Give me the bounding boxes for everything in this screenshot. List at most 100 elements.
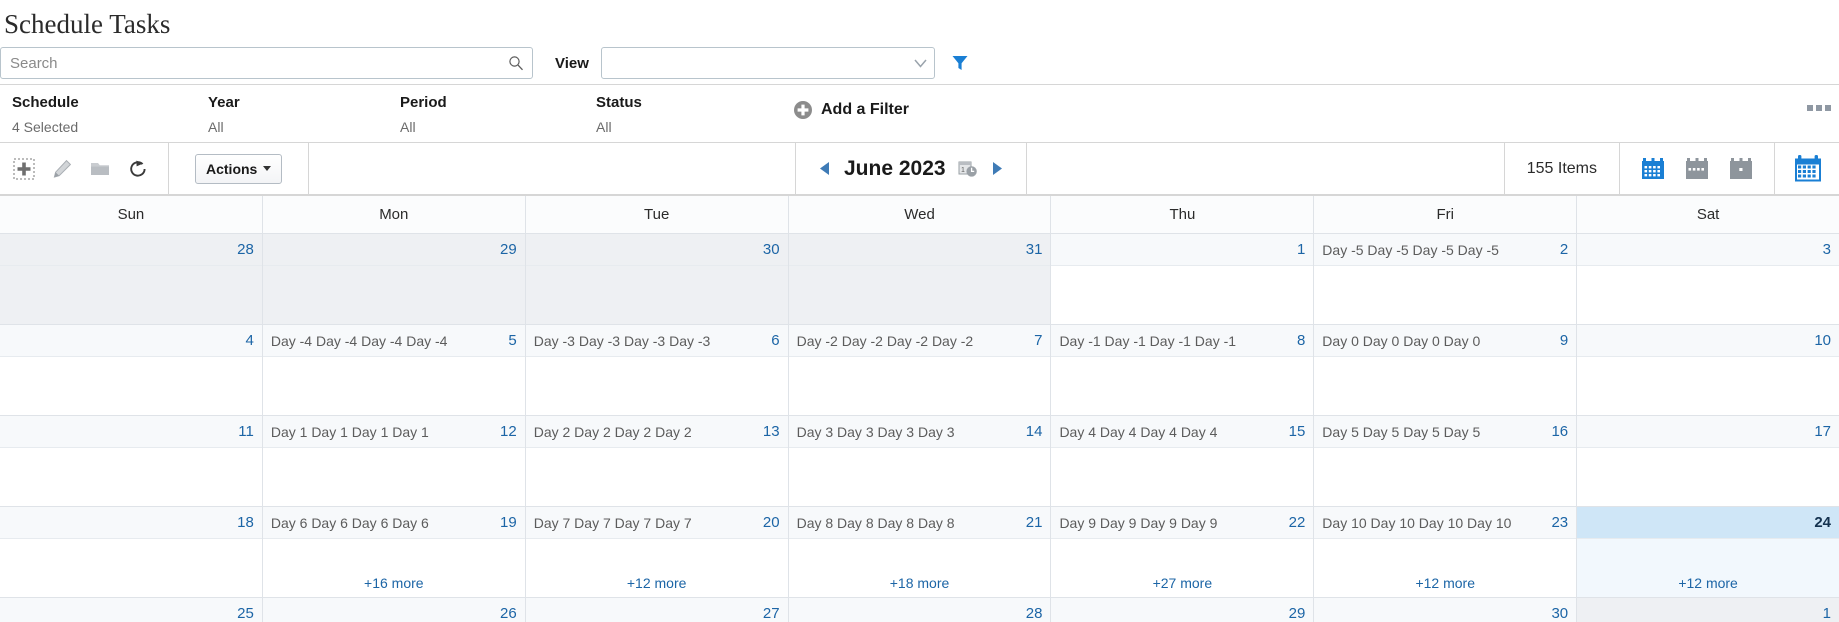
- calendar-day-number[interactable]: 10: [1814, 332, 1831, 349]
- filter-status-value[interactable]: All: [596, 119, 642, 136]
- calendar-day-number[interactable]: 25: [237, 605, 254, 622]
- edit-pencil-icon[interactable]: [50, 157, 74, 181]
- calendar-day-cell[interactable]: 27+38 more: [525, 598, 789, 622]
- calendar-day-number[interactable]: 1: [1823, 605, 1831, 622]
- calendar-day-cell[interactable]: 29+12 more: [1051, 598, 1315, 622]
- calendar-day-number[interactable]: 26: [500, 605, 517, 622]
- calendar-day-number[interactable]: 27: [763, 605, 780, 622]
- calendar-day-number[interactable]: 20: [763, 514, 780, 531]
- week-view-icon[interactable]: [1684, 156, 1710, 182]
- calendar-day-number[interactable]: 29: [1289, 605, 1306, 622]
- search-input[interactable]: [1, 48, 532, 78]
- calendar-day-events[interactable]: Day -2 Day -2 Day -2 Day -2: [797, 333, 1029, 349]
- add-filter-button[interactable]: Add a Filter: [793, 100, 909, 120]
- calendar-day-cell[interactable]: Day 1 Day 1 Day 1 Day 1 12: [262, 416, 526, 507]
- calendar-day-cell[interactable]: 11: [0, 416, 263, 507]
- calendar-day-number[interactable]: 3: [1823, 241, 1831, 258]
- calendar-day-number[interactable]: 6: [771, 332, 779, 349]
- calendar-day-events[interactable]: Day 9 Day 9 Day 9 Day 9: [1059, 515, 1282, 531]
- calendar-day-number[interactable]: 5: [508, 332, 516, 349]
- calendar-day-number[interactable]: 30: [763, 241, 780, 258]
- previous-month-button[interactable]: [818, 161, 832, 177]
- calendar-day-cell[interactable]: Day -2 Day -2 Day -2 Day -2 7: [788, 325, 1052, 416]
- filter-schedule-value[interactable]: 4 Selected: [12, 119, 79, 136]
- calendar-day-cell[interactable]: Day 6 Day 6 Day 6 Day 6 19 +16 more: [262, 507, 526, 598]
- calendar-day-events[interactable]: Day -4 Day -4 Day -4 Day -4: [271, 333, 503, 349]
- filter-schedule[interactable]: Schedule 4 Selected: [12, 93, 79, 136]
- calendar-day-events[interactable]: Day -3 Day -3 Day -3 Day -3: [534, 333, 766, 349]
- search-icon[interactable]: [508, 55, 524, 71]
- calendar-day-number[interactable]: 31: [1026, 241, 1043, 258]
- calendar-day-cell[interactable]: 29: [262, 234, 526, 325]
- calendar-day-cell[interactable]: 18: [0, 507, 263, 598]
- calendar-day-cell[interactable]: 24 +12 more: [1577, 507, 1839, 598]
- calendar-day-number[interactable]: 16: [1551, 423, 1568, 440]
- calendar-day-cell[interactable]: 30: [525, 234, 789, 325]
- calendar-day-number[interactable]: 7: [1034, 332, 1042, 349]
- calendar-day-cell[interactable]: Day -5 Day -5 Day -5 Day -5 2: [1314, 234, 1578, 325]
- calendar-day-cell[interactable]: Day 8 Day 8 Day 8 Day 8 21 +18 more: [788, 507, 1052, 598]
- calendar-day-cell[interactable]: 3: [1577, 234, 1839, 325]
- funnel-icon[interactable]: [949, 52, 971, 74]
- calendar-day-cell[interactable]: Day 5 Day 5 Day 5 Day 5 16: [1314, 416, 1578, 507]
- calendar-day-cell[interactable]: Day -3 Day -3 Day -3 Day -3 6: [525, 325, 789, 416]
- calendar-day-cell[interactable]: Day 3 Day 3 Day 3 Day 3 14: [788, 416, 1052, 507]
- calendar-day-number[interactable]: 30: [1551, 605, 1568, 622]
- next-month-button[interactable]: [990, 161, 1004, 177]
- calendar-day-cell[interactable]: 26+36 more: [262, 598, 526, 622]
- add-icon[interactable]: [12, 157, 36, 181]
- filter-status[interactable]: Status All: [596, 93, 642, 136]
- calendar-day-number[interactable]: 29: [500, 241, 517, 258]
- calendar-day-number[interactable]: 14: [1026, 423, 1043, 440]
- calendar-day-events[interactable]: Day 6 Day 6 Day 6 Day 6: [271, 515, 494, 531]
- calendar-day-number[interactable]: 19: [500, 514, 517, 531]
- overflow-menu-icon[interactable]: [1807, 105, 1831, 111]
- calendar-day-cell[interactable]: Day 0 Day 0 Day 0 Day 0 9: [1314, 325, 1578, 416]
- calendar-day-events[interactable]: Day 8 Day 8 Day 8 Day 8: [797, 515, 1020, 531]
- calendar-day-number[interactable]: 18: [237, 514, 254, 531]
- calendar-day-number[interactable]: 21: [1026, 514, 1043, 531]
- calendar-day-events[interactable]: Day -5 Day -5 Day -5 Day -5: [1322, 242, 1554, 258]
- filter-year[interactable]: Year All: [208, 93, 240, 136]
- calendar-day-events[interactable]: Day -1 Day -1 Day -1 Day -1: [1059, 333, 1291, 349]
- filter-period[interactable]: Period All: [400, 93, 447, 136]
- calendar-toggle-button[interactable]: [1774, 143, 1839, 194]
- calendar-day-number[interactable]: 8: [1297, 332, 1305, 349]
- more-events-link[interactable]: +12 more: [1415, 575, 1475, 591]
- search-box[interactable]: [0, 47, 533, 79]
- refresh-icon[interactable]: [126, 157, 150, 181]
- folder-icon[interactable]: [88, 157, 112, 181]
- calendar-day-number[interactable]: 1: [1297, 241, 1305, 258]
- month-view-icon[interactable]: [1640, 156, 1666, 182]
- calendar-day-cell[interactable]: 10: [1577, 325, 1839, 416]
- calendar-day-cell[interactable]: 25+20 more: [0, 598, 263, 622]
- calendar-day-number[interactable]: 9: [1560, 332, 1568, 349]
- calendar-day-cell[interactable]: 28+20 more: [788, 598, 1052, 622]
- calendar-day-events[interactable]: Day 4 Day 4 Day 4 Day 4: [1059, 424, 1282, 440]
- calendar-day-cell[interactable]: Day 2 Day 2 Day 2 Day 2 13: [525, 416, 789, 507]
- calendar-day-events[interactable]: Day 1 Day 1 Day 1 Day 1: [271, 424, 494, 440]
- calendar-day-cell[interactable]: 1: [1577, 598, 1839, 622]
- calendar-day-cell[interactable]: 30: [1314, 598, 1578, 622]
- view-select[interactable]: [600, 47, 935, 79]
- calendar-day-number[interactable]: 15: [1289, 423, 1306, 440]
- calendar-day-cell[interactable]: Day -4 Day -4 Day -4 Day -4 5: [262, 325, 526, 416]
- filter-period-value[interactable]: All: [400, 119, 447, 136]
- calendar-day-cell[interactable]: 1: [1051, 234, 1315, 325]
- actions-button[interactable]: Actions: [195, 153, 283, 184]
- calendar-day-cell[interactable]: Day 9 Day 9 Day 9 Day 9 22 +27 more: [1051, 507, 1315, 598]
- date-picker-icon[interactable]: 1: [958, 159, 978, 179]
- calendar-day-events[interactable]: Day 7 Day 7 Day 7 Day 7: [534, 515, 757, 531]
- calendar-day-cell[interactable]: Day 10 Day 10 Day 10 Day 10 23 +12 more: [1314, 507, 1578, 598]
- calendar-day-events[interactable]: Day 10 Day 10 Day 10 Day 10: [1322, 515, 1545, 531]
- calendar-day-cell[interactable]: 31: [788, 234, 1052, 325]
- more-events-link[interactable]: +12 more: [1678, 575, 1738, 591]
- calendar-day-number[interactable]: 28: [1026, 605, 1043, 622]
- calendar-day-number[interactable]: 28: [237, 241, 254, 258]
- calendar-day-number[interactable]: 4: [246, 332, 254, 349]
- calendar-day-number[interactable]: 22: [1289, 514, 1306, 531]
- calendar-day-cell[interactable]: Day -1 Day -1 Day -1 Day -1 8: [1051, 325, 1315, 416]
- calendar-day-events[interactable]: Day 3 Day 3 Day 3 Day 3: [797, 424, 1020, 440]
- calendar-day-cell[interactable]: 4: [0, 325, 263, 416]
- day-view-icon[interactable]: [1728, 156, 1754, 182]
